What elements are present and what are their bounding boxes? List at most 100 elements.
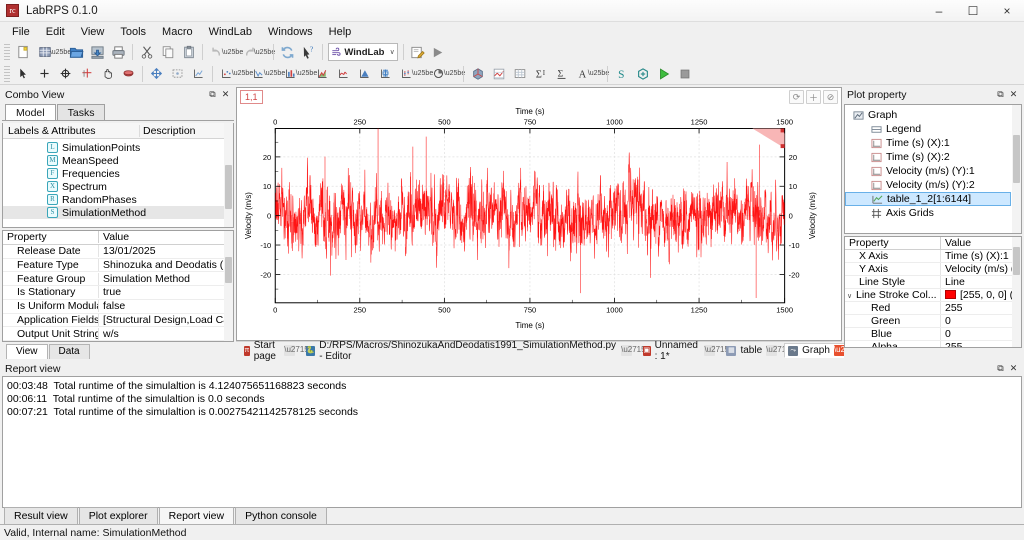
undo-icon[interactable]	[206, 42, 227, 62]
expander-icon[interactable]: ∨	[847, 292, 856, 300]
pointer-tool-icon[interactable]	[13, 64, 34, 84]
redo-dropdown-icon[interactable]: \u25be	[259, 42, 270, 62]
surface-plot-icon[interactable]	[488, 64, 509, 84]
new-spreadsheet-dropdown-icon[interactable]: \u25be	[55, 42, 66, 62]
target-crosshair-icon[interactable]	[55, 64, 76, 84]
report-view-close-button[interactable]: ✕	[1007, 362, 1020, 375]
tab-tasks[interactable]: Tasks	[57, 104, 106, 120]
tree-item-meanspeed[interactable]: M MeanSpeed	[3, 154, 233, 167]
tree-item-randomphases[interactable]: R RandomPhases	[3, 193, 233, 206]
move-canvas-icon[interactable]	[146, 64, 167, 84]
menu-macro[interactable]: Macro	[154, 23, 201, 41]
workbench-dropdown-icon[interactable]: ∨	[387, 48, 397, 56]
menu-windows[interactable]: Windows	[260, 23, 321, 41]
print-document-icon[interactable]	[108, 42, 129, 62]
plot-property-close-button[interactable]: ✕	[1007, 88, 1020, 101]
sum-icon[interactable]: ΣI	[530, 64, 551, 84]
undo-dropdown-icon[interactable]: \u25be	[227, 42, 238, 62]
table-row[interactable]: Alpha 255	[845, 341, 1021, 348]
doc-tab-unnamed-document[interactable]: ▣ Unnamed : 1* \u2715	[639, 343, 720, 358]
combo-view-float-button[interactable]: ⧉	[206, 88, 219, 101]
plot-tree-item-curve-table_1_2[interactable]: table_1_2[1:6144]	[845, 192, 1011, 206]
redo-icon[interactable]	[238, 42, 259, 62]
pie-chart-icon[interactable]	[428, 64, 449, 84]
table-row[interactable]: Line Style Line	[845, 276, 1021, 289]
velocity-time-series-chart[interactable]: 0 250 500 750 1000 1250 1500 0 250	[237, 105, 841, 340]
tab-python-console[interactable]: Python console	[235, 507, 327, 524]
magnify-icon[interactable]	[118, 64, 139, 84]
scatter-plot-dropdown-icon[interactable]: \u25be	[237, 64, 248, 84]
tab-result-view[interactable]: Result view	[4, 507, 78, 524]
plot-tree-item-velocity-y1[interactable]: Velocity (m/s) (Y):1	[845, 164, 1021, 178]
plot-canvas[interactable]: 0 250 500 750 1000 1250 1500 0 250	[237, 105, 841, 340]
plot-tree-scroll-thumb[interactable]	[1013, 135, 1020, 183]
matrix-icon[interactable]	[509, 64, 530, 84]
plot-toolbar-grip[interactable]	[4, 66, 10, 82]
plot-tree-item-graph[interactable]: Graph	[845, 108, 1021, 122]
plot-property-float-button[interactable]: ⧉	[994, 88, 1007, 101]
tree-item-frequencies[interactable]: F Frequencies	[3, 167, 233, 180]
table-row[interactable]: Output Unit String w/s	[3, 327, 233, 341]
menu-tools[interactable]: Tools	[112, 23, 154, 41]
add-point-icon[interactable]	[34, 64, 55, 84]
refresh-plot-button[interactable]: ⟳	[789, 90, 804, 104]
stop-simulation-icon[interactable]	[674, 64, 695, 84]
combo-view-close-button[interactable]: ✕	[219, 88, 232, 101]
maximize-button[interactable]: ☐	[956, 0, 990, 22]
remove-layer-button[interactable]: ⊘	[823, 90, 838, 104]
menu-edit[interactable]: Edit	[38, 23, 73, 41]
tree-item-spectrum[interactable]: X Spectrum	[3, 180, 233, 193]
doc-tab-graph[interactable]: ⤳ Graph \u2715	[784, 343, 850, 358]
table-row[interactable]: X Axis Time (s) (X):1	[845, 250, 1021, 263]
edit-macro-icon[interactable]	[407, 42, 428, 62]
area-plot-icon[interactable]	[312, 64, 333, 84]
copy-icon[interactable]	[157, 42, 178, 62]
plot-tree-item-time-x1[interactable]: Time (s) (X):1	[845, 136, 1021, 150]
toolbar-grip[interactable]	[4, 44, 10, 60]
table-row[interactable]: Is Uniform Modula... false	[3, 300, 233, 314]
report-view-content[interactable]: 00:03:48 Total runtime of the simulaltio…	[2, 376, 1022, 508]
layer-cell-badge[interactable]: 1,1	[240, 90, 263, 104]
plot-tree-item-velocity-y2[interactable]: Velocity (m/s) (Y):2	[845, 178, 1021, 192]
add-text-dropdown-icon[interactable]: \u25be	[593, 64, 604, 84]
doc-tab-close-icon[interactable]: \u2715	[621, 345, 632, 356]
pie-chart-dropdown-icon[interactable]: \u25be	[449, 64, 460, 84]
scatter-plot-icon[interactable]	[216, 64, 237, 84]
property-table-scrollbar[interactable]	[224, 231, 233, 341]
new-document-icon[interactable]	[13, 42, 34, 62]
table-row[interactable]: Y Axis Velocity (m/s) (Y):1	[845, 263, 1021, 276]
integrate-icon[interactable]: Σ	[551, 64, 572, 84]
table-row[interactable]: Blue 0	[845, 328, 1021, 341]
plot-tree-scrollbar[interactable]	[1012, 105, 1021, 233]
line-plot-dropdown-icon[interactable]: \u25be	[269, 64, 280, 84]
plot-property-scrollbar[interactable]	[1012, 237, 1021, 347]
table-row[interactable]: Is Stationary true	[3, 286, 233, 300]
workbench-selector[interactable]: WindLab ∨	[328, 43, 398, 61]
table-row[interactable]: Feature Type Shinozuka and Deodatis (199…	[3, 259, 233, 273]
close-button[interactable]: ×	[990, 0, 1024, 22]
color-swatch[interactable]	[945, 290, 956, 299]
menu-help[interactable]: Help	[321, 23, 360, 41]
tab-data[interactable]: Data	[49, 344, 90, 359]
three-d-plot-icon[interactable]	[467, 64, 488, 84]
report-view-float-button[interactable]: ⧉	[994, 362, 1007, 375]
plot-tree-item-axis-grids[interactable]: Axis Grids	[845, 206, 1021, 220]
tab-plot-explorer[interactable]: Plot explorer	[79, 507, 158, 524]
new-spreadsheet-icon[interactable]	[34, 42, 55, 62]
save-document-icon[interactable]	[87, 42, 108, 62]
add-text-icon[interactable]: A	[572, 64, 593, 84]
tab-model[interactable]: Model	[5, 104, 56, 120]
simulation-icon[interactable]: S	[611, 64, 632, 84]
spline-plot-icon[interactable]	[333, 64, 354, 84]
tree-item-simulationpoints[interactable]: L SimulationPoints	[3, 141, 233, 154]
bar-plot-icon[interactable]	[280, 64, 301, 84]
box-plot-icon[interactable]	[375, 64, 396, 84]
menu-file[interactable]: File	[4, 23, 38, 41]
rubber-select-icon[interactable]	[167, 64, 188, 84]
table-row-line-stroke-color[interactable]: ∨Line Stroke Col... [255, 0, 0] (255)	[845, 289, 1021, 302]
menu-windlab[interactable]: WindLab	[201, 23, 260, 41]
model-tree-scroll-thumb[interactable]	[225, 165, 232, 209]
plot-tree-item-time-x2[interactable]: Time (s) (X):2	[845, 150, 1021, 164]
pan-hand-icon[interactable]	[97, 64, 118, 84]
doc-tab-close-icon[interactable]: \u2715	[766, 345, 777, 356]
